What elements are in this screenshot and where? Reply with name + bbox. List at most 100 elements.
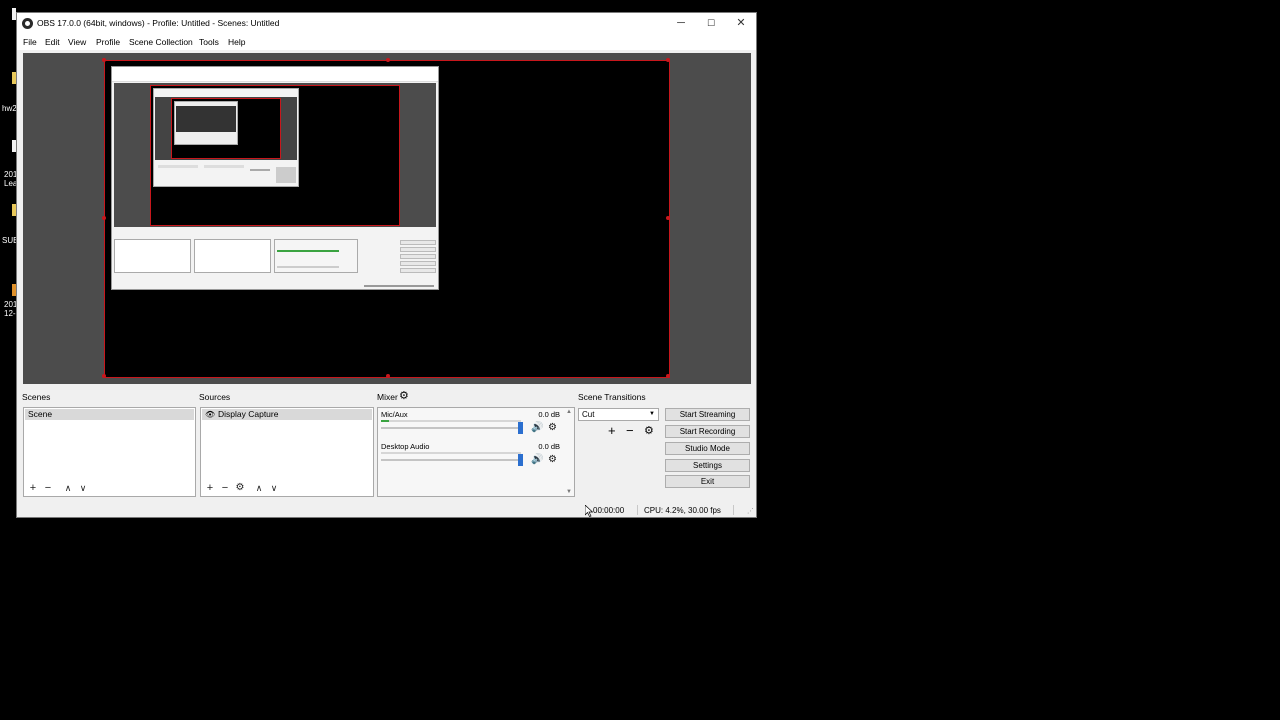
add-source-button[interactable]: + — [203, 481, 217, 495]
captured-display-level-3 — [174, 101, 238, 145]
obs-window: OBS 17.0.0 (64bit, windows) - Profile: U… — [16, 12, 757, 518]
mixer-settings-gear-icon[interactable]: ⚙ — [399, 389, 409, 402]
add-transition-button[interactable]: + — [608, 423, 616, 438]
move-scene-down-button[interactable]: ∨ — [76, 481, 90, 495]
channel-name-desktop: Desktop Audio — [381, 442, 430, 451]
plus-icon: + — [29, 482, 37, 494]
captured-scenes-dock — [114, 239, 191, 273]
resize-handle[interactable] — [666, 58, 670, 62]
menu-profile[interactable]: Profile — [96, 37, 120, 47]
captured-buttons-level-2 — [276, 167, 296, 183]
desktop-icon-label: SUB — [2, 236, 16, 245]
start-streaming-button[interactable]: Start Streaming — [665, 408, 750, 421]
sources-list[interactable]: 👁 Display Capture + − ⚙ ∧ ∨ — [200, 407, 374, 497]
desktop-icon-label: 201 12- — [4, 300, 16, 318]
resize-handle[interactable] — [666, 216, 670, 220]
move-source-down-button[interactable]: ∨ — [267, 481, 281, 495]
move-source-up-button[interactable]: ∧ — [252, 481, 266, 495]
chevron-down-icon: ∨ — [270, 483, 278, 493]
scene-transitions-title: Scene Transitions — [578, 392, 646, 402]
mute-desktop-speaker-icon[interactable]: 🔊 — [531, 455, 543, 465]
desktop-icon-2[interactable]: hw2 — [0, 72, 16, 116]
captured-button — [400, 261, 436, 266]
transition-select[interactable]: Cut ▼ — [578, 408, 659, 421]
status-bar: 00:00:00 CPU: 4.2%, 30.00 fps ⋰ — [17, 503, 756, 517]
volume-slider-desktop[interactable] — [381, 454, 524, 466]
mouse-cursor-icon — [585, 505, 593, 517]
captured-button — [400, 247, 436, 252]
source-item[interactable]: 👁 Display Capture — [202, 409, 372, 420]
captured-display-level-2 — [153, 88, 299, 187]
desktop-icon-1[interactable]: flye — [0, 8, 16, 20]
scroll-up-arrow-icon[interactable]: ▲ — [566, 409, 572, 415]
scene-item[interactable]: Scene — [25, 409, 194, 420]
remove-source-button[interactable]: − — [218, 481, 232, 495]
mic-settings-gear-icon[interactable]: ⚙ — [548, 423, 557, 433]
desktop-icon-3[interactable]: 201 Lea — [0, 140, 16, 190]
level-meter-mic — [381, 420, 521, 422]
desktop-settings-gear-icon[interactable]: ⚙ — [548, 455, 557, 465]
source-properties-button[interactable]: ⚙ — [233, 481, 247, 495]
scenes-title: Scenes — [22, 392, 51, 402]
menu-edit[interactable]: Edit — [45, 37, 60, 47]
channel-db-mic: 0.0 dB — [538, 410, 560, 419]
start-recording-button[interactable]: Start Recording — [665, 425, 750, 438]
resize-handle[interactable] — [386, 58, 390, 62]
resize-handle[interactable] — [666, 374, 670, 378]
captured-menu-bar — [112, 75, 438, 82]
maximize-button[interactable]: ☐ — [696, 13, 726, 34]
captured-meter-level-2 — [250, 169, 270, 171]
transition-select-value: Cut — [582, 410, 595, 419]
minus-icon: − — [221, 482, 229, 494]
remove-transition-button[interactable]: − — [626, 423, 634, 438]
desktop-icon-4[interactable]: SUB — [0, 204, 16, 246]
captured-meter — [277, 250, 339, 252]
minimize-button[interactable]: ─ — [666, 13, 696, 34]
remove-scene-button[interactable]: − — [41, 481, 55, 495]
menu-file[interactable]: File — [23, 37, 37, 47]
resize-grip-icon[interactable]: ⋰ — [747, 507, 754, 515]
menu-view[interactable]: View — [68, 37, 86, 47]
add-scene-button[interactable]: + — [26, 481, 40, 495]
desktop-icon-label: 201 Lea — [4, 170, 16, 188]
move-scene-up-button[interactable]: ∧ — [61, 481, 75, 495]
menu-help[interactable]: Help — [228, 37, 245, 47]
captured-preview — [114, 83, 436, 227]
plus-icon: + — [206, 482, 214, 494]
volume-slider-thumb[interactable] — [518, 422, 524, 434]
captured-button — [400, 240, 436, 245]
captured-canvas-level-2 — [171, 98, 281, 159]
resize-handle[interactable] — [386, 374, 390, 378]
resize-handle[interactable] — [102, 58, 106, 62]
captured-dock-level-2 — [158, 165, 198, 168]
settings-button[interactable]: Settings — [665, 459, 750, 472]
output-canvas[interactable] — [102, 58, 670, 378]
resize-handle[interactable] — [102, 216, 106, 220]
volume-slider-thumb[interactable] — [518, 454, 524, 466]
window-title: OBS 17.0.0 (64bit, windows) - Profile: U… — [37, 18, 280, 28]
scenes-list[interactable]: Scene + − ∧ ∨ — [23, 407, 196, 497]
channel-db-desktop: 0.0 dB — [538, 442, 560, 451]
mute-mic-speaker-icon[interactable]: 🔊 — [531, 423, 543, 433]
level-meter-desktop — [381, 452, 521, 454]
captured-button — [400, 268, 436, 273]
studio-mode-button[interactable]: Studio Mode — [665, 442, 750, 455]
menu-tools[interactable]: Tools — [199, 37, 219, 47]
captured-title-bar — [112, 67, 438, 75]
title-bar[interactable]: OBS 17.0.0 (64bit, windows) - Profile: U… — [17, 13, 756, 34]
exit-button[interactable]: Exit — [665, 475, 750, 488]
desktop-icon-5[interactable]: 201 12- — [0, 284, 16, 324]
transition-settings-gear-icon[interactable]: ⚙ — [644, 424, 654, 437]
preview-area[interactable] — [23, 53, 751, 384]
status-separator — [637, 505, 638, 515]
volume-slider-mic[interactable] — [381, 422, 524, 434]
resize-handle[interactable] — [102, 374, 106, 378]
desktop-icon-label: hw2 — [2, 104, 16, 113]
close-button[interactable]: ✕ — [726, 13, 756, 34]
eye-icon[interactable]: 👁 — [205, 409, 215, 420]
captured-sources-dock — [194, 239, 271, 273]
menu-bar: File Edit View Profile Scene Collection … — [17, 34, 756, 50]
captured-mixer-dock — [274, 239, 358, 273]
menu-scene-collection[interactable]: Scene Collection — [129, 37, 193, 47]
scroll-down-arrow-icon[interactable]: ▼ — [566, 489, 572, 495]
